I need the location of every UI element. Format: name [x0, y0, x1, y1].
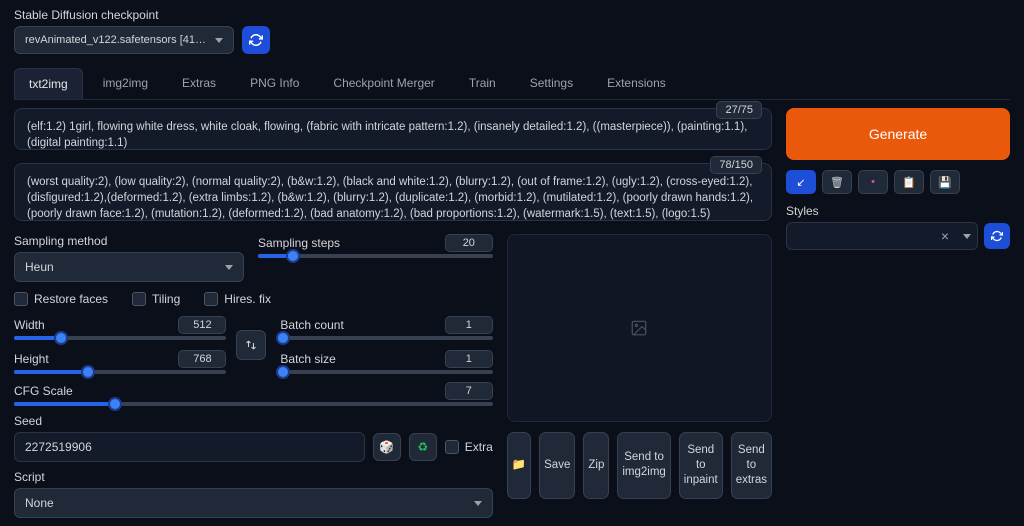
- clipboard-button[interactable]: 📋: [894, 170, 924, 194]
- script-select[interactable]: None: [14, 488, 493, 518]
- checkpoint-label: Stable Diffusion checkpoint: [14, 8, 1010, 22]
- tab-extras[interactable]: Extras: [168, 68, 230, 99]
- arrow-icon: ↙: [796, 176, 805, 189]
- negative-prompt-token-counter: 78/150: [710, 156, 762, 174]
- script-label: Script: [14, 470, 493, 484]
- seed-label: Seed: [14, 414, 493, 428]
- chevron-down-icon: [474, 501, 482, 506]
- main-tabs: txt2img img2img Extras PNG Info Checkpoi…: [14, 68, 1010, 100]
- height-slider[interactable]: [14, 370, 226, 374]
- cfg-scale-value[interactable]: 7: [445, 382, 493, 400]
- dot-icon: •: [871, 176, 875, 188]
- send-to-img2img-button[interactable]: Send to img2img: [617, 432, 670, 499]
- extra-networks-button[interactable]: •: [858, 170, 888, 194]
- prompt-input[interactable]: [14, 108, 772, 150]
- extra-seed-checkbox[interactable]: [445, 440, 459, 454]
- tab-checkpoint-merger[interactable]: Checkpoint Merger: [319, 68, 448, 99]
- zip-button[interactable]: Zip: [583, 432, 609, 499]
- open-folder-button[interactable]: 📁: [507, 432, 531, 499]
- width-slider[interactable]: [14, 336, 226, 340]
- script-value: None: [25, 496, 54, 510]
- restore-faces-checkbox[interactable]: [14, 292, 28, 306]
- apply-prompt-button[interactable]: ↙: [786, 170, 816, 194]
- restore-faces-label: Restore faces: [34, 292, 108, 306]
- hires-fix-label: Hires. fix: [224, 292, 271, 306]
- batch-count-label: Batch count: [280, 318, 343, 332]
- chevron-down-icon: [215, 38, 223, 43]
- tab-txt2img[interactable]: txt2img: [14, 68, 83, 99]
- sampling-steps-label: Sampling steps: [258, 236, 340, 250]
- height-value[interactable]: 768: [178, 350, 226, 368]
- refresh-icon: [249, 33, 263, 47]
- sampling-method-value: Heun: [25, 260, 54, 274]
- random-seed-button[interactable]: 🎲: [373, 433, 401, 461]
- generate-button[interactable]: Generate: [786, 108, 1010, 160]
- clear-prompt-button[interactable]: 🗑: [822, 170, 852, 194]
- width-value[interactable]: 512: [178, 316, 226, 334]
- styles-select[interactable]: ×: [786, 222, 978, 250]
- chevron-down-icon: [225, 265, 233, 270]
- prompt-token-counter: 27/75: [716, 101, 762, 119]
- batch-count-slider[interactable]: [280, 336, 492, 340]
- trash-icon: 🗑: [830, 176, 844, 189]
- tiling-label: Tiling: [152, 292, 180, 306]
- clear-styles-icon[interactable]: ×: [941, 228, 949, 244]
- checkpoint-value: revAnimated_v122.safetensors [4199bcdd14…: [25, 34, 207, 46]
- tiling-checkbox[interactable]: [132, 292, 146, 306]
- tab-pnginfo[interactable]: PNG Info: [236, 68, 313, 99]
- swap-dimensions-button[interactable]: [236, 330, 266, 360]
- dice-icon: 🎲: [379, 440, 394, 454]
- seed-input[interactable]: [14, 432, 365, 462]
- negative-prompt-input[interactable]: [14, 163, 772, 221]
- hires-fix-checkbox[interactable]: [204, 292, 218, 306]
- checkpoint-select[interactable]: revAnimated_v122.safetensors [4199bcdd14…: [14, 26, 234, 54]
- sampling-method-label: Sampling method: [14, 234, 244, 248]
- clipboard-icon: 📋: [902, 176, 916, 189]
- save-style-button[interactable]: 💾: [930, 170, 960, 194]
- sampling-steps-value[interactable]: 20: [445, 234, 493, 252]
- save-icon: 💾: [938, 176, 952, 189]
- refresh-icon: [991, 230, 1003, 242]
- recycle-icon: ♻: [417, 440, 428, 454]
- height-label: Height: [14, 352, 49, 366]
- batch-count-value[interactable]: 1: [445, 316, 493, 334]
- reuse-seed-button[interactable]: ♻: [409, 433, 437, 461]
- cfg-scale-slider[interactable]: [14, 402, 493, 406]
- image-placeholder-icon: [630, 319, 648, 337]
- width-label: Width: [14, 318, 45, 332]
- tab-img2img[interactable]: img2img: [89, 68, 162, 99]
- batch-size-slider[interactable]: [280, 370, 492, 374]
- refresh-styles-button[interactable]: [984, 223, 1010, 249]
- sampling-method-select[interactable]: Heun: [14, 252, 244, 282]
- save-button[interactable]: Save: [539, 432, 575, 499]
- styles-label: Styles: [786, 204, 1010, 218]
- refresh-checkpoint-button[interactable]: [242, 26, 270, 54]
- extra-seed-label: Extra: [465, 440, 493, 454]
- folder-icon: 📁: [512, 458, 526, 473]
- sampling-steps-slider[interactable]: [258, 254, 493, 258]
- send-to-extras-button[interactable]: Send to extras: [731, 432, 772, 499]
- checkpoint-section: Stable Diffusion checkpoint revAnimated_…: [14, 8, 1010, 54]
- cfg-scale-label: CFG Scale: [14, 384, 73, 398]
- output-preview: [507, 234, 772, 422]
- batch-size-value[interactable]: 1: [445, 350, 493, 368]
- chevron-down-icon: [963, 234, 971, 239]
- swap-icon: [245, 339, 257, 351]
- tab-settings[interactable]: Settings: [516, 68, 587, 99]
- tab-extensions[interactable]: Extensions: [593, 68, 680, 99]
- batch-size-label: Batch size: [280, 352, 335, 366]
- send-to-inpaint-button[interactable]: Send to inpaint: [679, 432, 723, 499]
- tab-train[interactable]: Train: [455, 68, 510, 99]
